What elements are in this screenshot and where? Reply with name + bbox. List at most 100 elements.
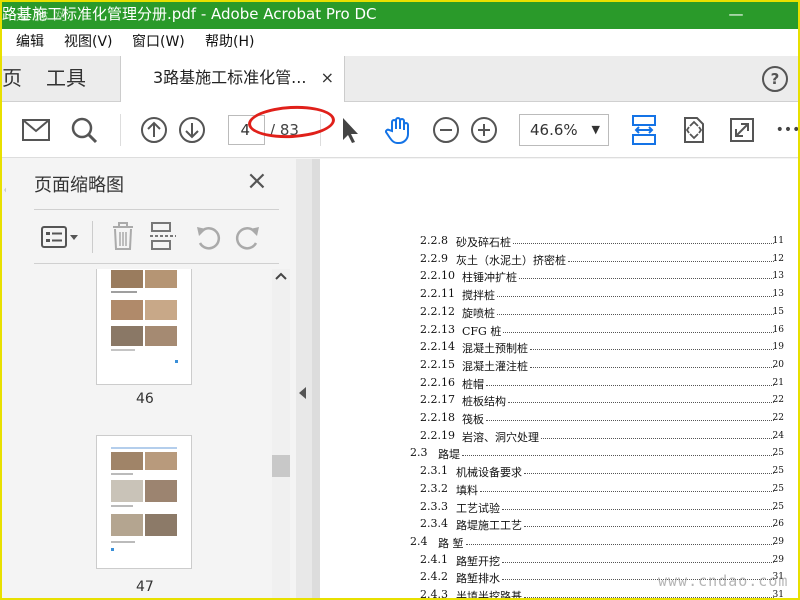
toc-leader-dots	[480, 490, 774, 492]
toc-entry[interactable]: 2.2.8 砂及碎石桩 11	[320, 234, 790, 252]
thumbnail-options-icon[interactable]	[40, 223, 80, 251]
rotate-view-icon[interactable]	[678, 114, 710, 146]
help-icon[interactable]: ?	[762, 66, 788, 92]
toc-leader-dots	[497, 296, 774, 298]
hand-tool-icon[interactable]	[382, 114, 414, 146]
toc-leader-dots	[519, 278, 774, 280]
more-options-icon[interactable]: •••	[772, 114, 798, 146]
toc-entry[interactable]: 2.2.12 旋喷桩 15	[320, 305, 790, 323]
delete-icon[interactable]	[110, 221, 136, 251]
search-icon[interactable]	[68, 114, 100, 146]
toc-entry-page: 29	[772, 536, 784, 547]
thumbnail-page-number: 47	[136, 579, 154, 595]
toc-leader-dots	[486, 420, 774, 421]
toc-entry[interactable]: 2.2.13 CFG 桩 16	[320, 323, 790, 341]
toc-entry-page: 13	[772, 289, 784, 300]
toc-entry-title: 桩板结构	[462, 395, 506, 409]
page-thumbnail-46[interactable]	[96, 269, 192, 385]
toc-entry-page: 11	[772, 236, 784, 246]
toc-entry[interactable]: 2.3.2 填料 25	[320, 482, 790, 500]
toc-entry-page: 25	[772, 466, 784, 477]
scrollbar-thumb[interactable]	[272, 455, 290, 477]
toc-entry[interactable]: 2.3.1 机械设备要求 25	[320, 464, 790, 482]
rotate-clockwise-icon[interactable]	[234, 223, 262, 251]
fit-page-icon[interactable]	[628, 114, 660, 146]
thumbnail-scrollbar[interactable]	[272, 269, 290, 598]
document-view[interactable]: 2.2.8 砂及碎石桩 11 2.2.9 灰土（水泥土）挤密桩 12 2.2.10 柱锤冲扩桩…	[312, 159, 798, 600]
toc-entry[interactable]: 2.2.19 岩溶、洞穴处理 24	[320, 429, 790, 447]
page-thumbnail-47[interactable]	[96, 435, 192, 569]
zoom-select[interactable]: 46.6% ▼	[519, 114, 609, 146]
tab-document[interactable]: 3路基施工标准化管... ×	[120, 56, 345, 103]
toc-entry-page: 25	[772, 501, 784, 512]
toc-leader-dots	[524, 526, 774, 528]
tab-home[interactable]: 页	[2, 56, 22, 102]
rotate-counterclockwise-icon[interactable]	[194, 223, 222, 251]
tab-document-label: 3路基施工标准化管...	[153, 68, 307, 87]
toc-leader-dots	[568, 260, 774, 262]
menu-edit[interactable]: 编辑	[16, 29, 44, 56]
toc-entry-title: 搅拌桩	[462, 289, 495, 303]
toolbar: 4 / 83 46.6% ▼ •••	[2, 102, 798, 158]
menu-view[interactable]: 视图(V)	[64, 29, 113, 56]
toc-entry[interactable]: 2.2.17 桩板结构 22	[320, 393, 790, 411]
toc-entry-page: 22	[772, 413, 784, 423]
toc-entry-number: 2.3.3	[420, 499, 448, 513]
toc-entry-number: 2.2.14	[420, 340, 455, 354]
toc-entry-title: 混凝土预制桩	[462, 342, 528, 356]
toc-entry-page: 25	[772, 448, 784, 459]
toc-entry[interactable]: 2.2.14 混凝土预制桩 19	[320, 340, 790, 358]
scroll-up-icon[interactable]	[275, 271, 287, 281]
toolbar-divider	[120, 114, 121, 146]
toc-entry-title: 填料	[456, 483, 478, 497]
toc-entry[interactable]: 2.2.9 灰土（水泥土）挤密桩 12	[320, 252, 790, 270]
toc-entry-title: 旋喷桩	[462, 306, 495, 320]
toc-entry-page: 21	[772, 377, 784, 388]
next-page-icon[interactable]	[176, 114, 208, 146]
insert-page-icon[interactable]	[148, 221, 178, 251]
toc-entry[interactable]: 2.3.4 路堤施工工艺 26	[320, 517, 790, 535]
toc-entry[interactable]: 2.2.15 混凝土灌注桩 20	[320, 358, 790, 376]
app-window: 路基施工标准化管理分册.pdf - Adobe Acrobat Pro DC 道…	[0, 0, 800, 600]
toc-entry[interactable]: 2.2.18 筏板 22	[320, 411, 790, 429]
toc-entry[interactable]: 2.2.16 桩帽 21	[320, 376, 790, 394]
toc-entry-number: 2.3	[410, 446, 428, 460]
toc-entry[interactable]: 2.2.10 柱锤冲扩桩 13	[320, 269, 790, 287]
toc-leader-dots	[502, 508, 774, 510]
toolbar-divider	[92, 221, 93, 253]
watermark-logo: 道 标 网	[16, 8, 67, 24]
toc-entry-number: 2.2.16	[420, 375, 455, 389]
toc-entry-title: 半填半挖路基	[456, 590, 522, 600]
menu-window[interactable]: 窗口(W)	[132, 29, 185, 56]
toc-entry-number: 2.2.19	[420, 428, 455, 442]
previous-page-icon[interactable]	[138, 114, 170, 146]
toc-entry[interactable]: 2.3.3 工艺试验 25	[320, 500, 790, 518]
zoom-out-icon[interactable]	[430, 114, 462, 146]
toc-entry[interactable]: 2.4 路 堑 29	[320, 535, 790, 553]
toc-entry-number: 2.3.4	[420, 517, 448, 531]
select-cursor-icon[interactable]	[334, 114, 366, 146]
full-screen-icon[interactable]	[726, 114, 758, 146]
toc-entry-number: 2.2.12	[420, 304, 455, 318]
toc-entry-number: 2.4.1	[420, 552, 448, 566]
minimize-button[interactable]: —	[724, 2, 748, 27]
toc-leader-dots	[541, 437, 774, 439]
panel-close-icon[interactable]: ×	[246, 167, 268, 195]
thumbnails-panel: 页面缩略图 × 46 47	[6, 159, 293, 598]
tab-close-icon[interactable]: ×	[321, 56, 334, 100]
panel-collapse-handle[interactable]	[296, 159, 312, 598]
toc-entry-page: 31	[772, 590, 784, 600]
zoom-in-icon[interactable]	[468, 114, 500, 146]
toc-entry[interactable]: 2.4.1 路堑开挖 29	[320, 553, 790, 571]
toc-entry-title: 路堑开挖	[456, 554, 500, 568]
toc-entry-title: 路堑排水	[456, 572, 500, 586]
menu-help[interactable]: 帮助(H)	[205, 29, 254, 56]
toc-entry[interactable]: 2.2.11 搅拌桩 13	[320, 287, 790, 305]
toc-entry-number: 2.2.17	[420, 393, 455, 407]
tab-tools[interactable]: 工具	[46, 56, 86, 102]
toc-entry-title: 岩溶、洞穴处理	[462, 430, 539, 444]
toc-leader-dots	[497, 313, 774, 315]
toc-entry[interactable]: 2.3 路堤 25	[320, 446, 790, 464]
email-icon[interactable]	[20, 114, 52, 146]
toc-entry-title: 路堤施工工艺	[456, 519, 522, 533]
